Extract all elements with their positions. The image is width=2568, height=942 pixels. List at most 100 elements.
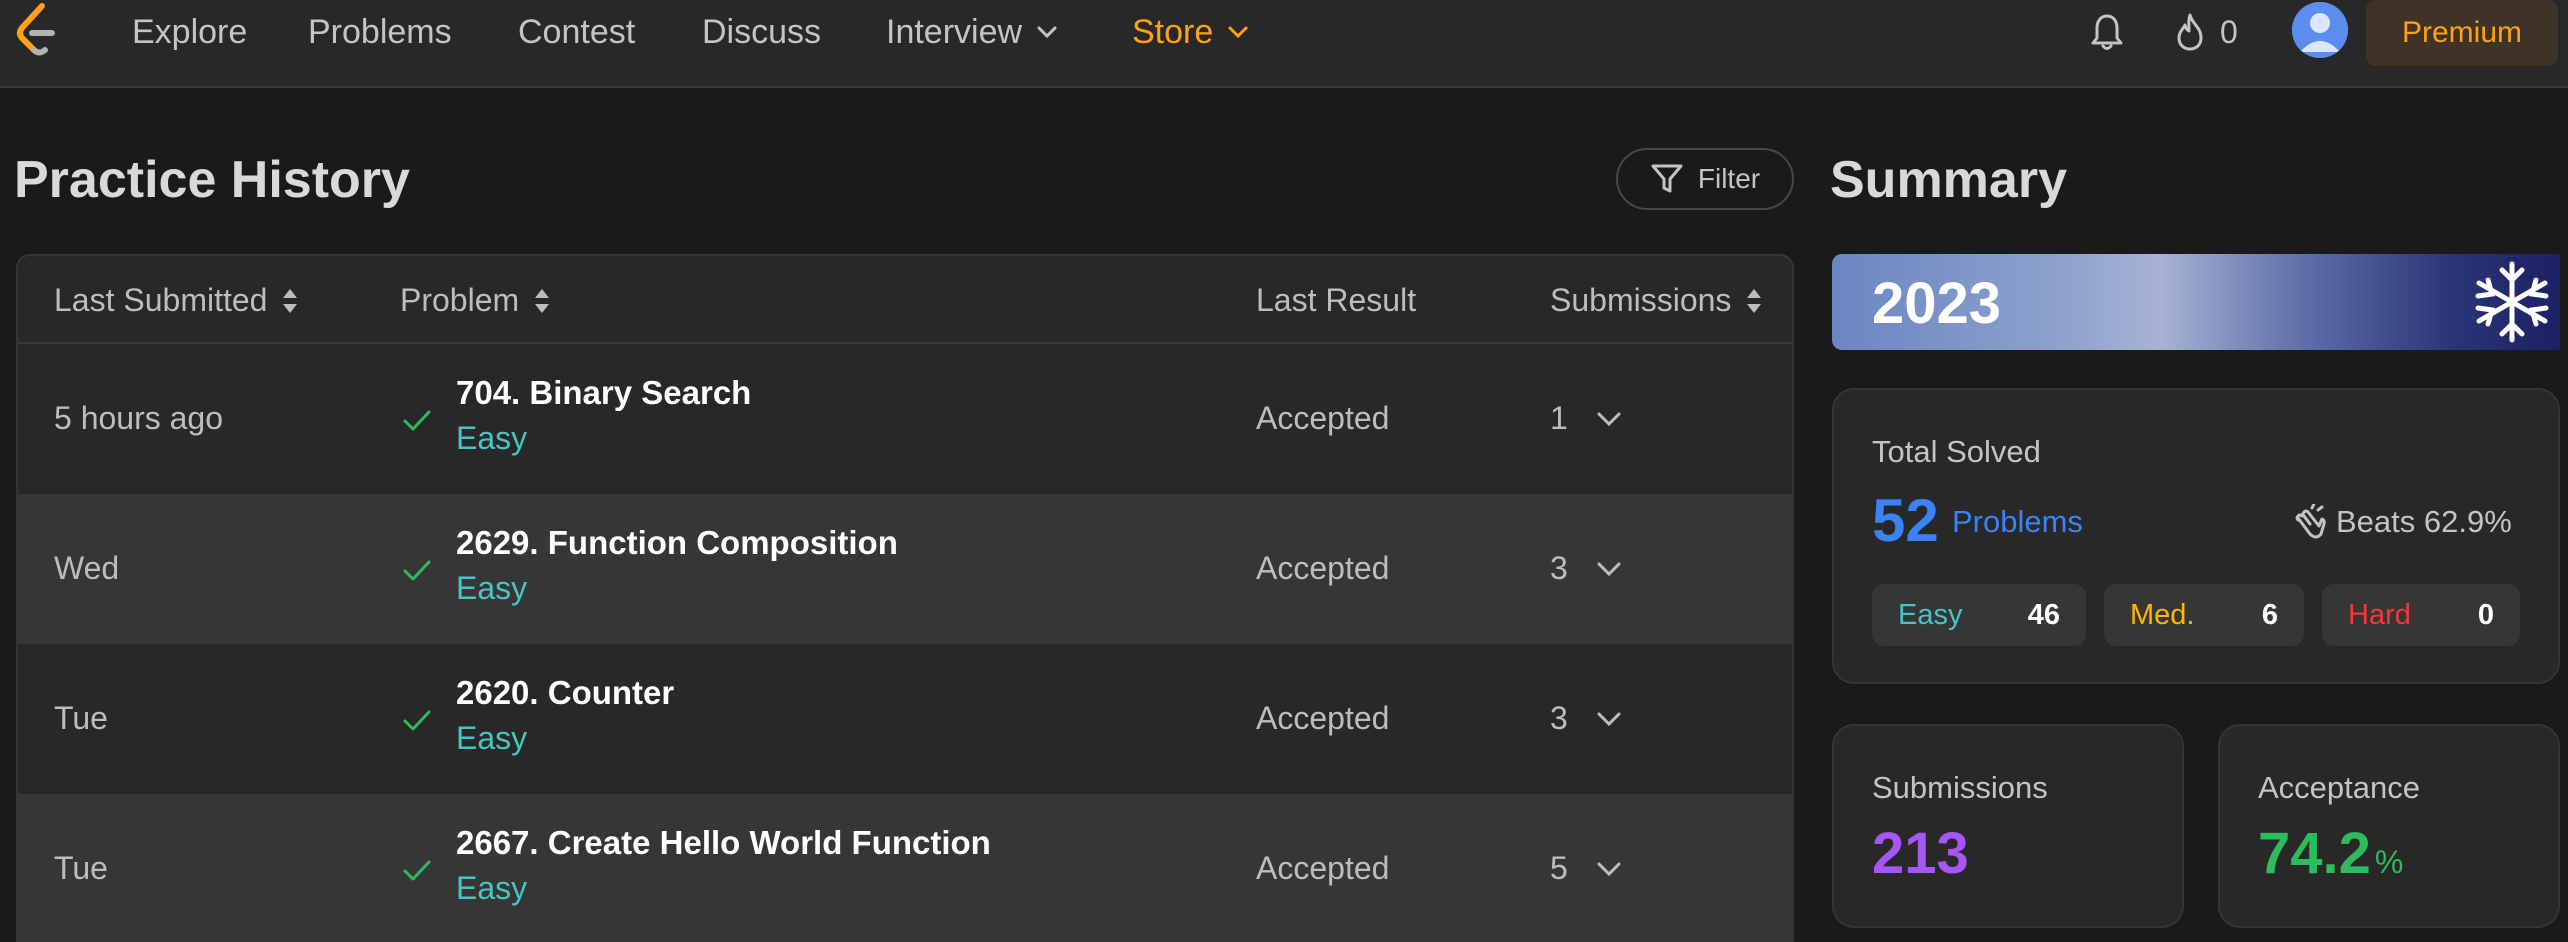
bell-icon[interactable]: [2090, 12, 2124, 52]
clapping-hands-icon: [2295, 504, 2326, 539]
acceptance-unit: %: [2374, 844, 2404, 880]
premium-button[interactable]: Premium: [2366, 0, 2558, 66]
check-icon: [403, 410, 431, 431]
table-row[interactable]: Tue 2620. Counter Easy Accepted 3: [18, 644, 1792, 794]
total-solved-count: 52: [1872, 487, 1939, 554]
sort-icon: [283, 288, 298, 313]
column-submissions[interactable]: Submissions: [1550, 282, 1763, 319]
acceptance-label: Acceptance: [2258, 770, 2420, 805]
chevron-down-icon: [1597, 712, 1621, 726]
check-icon: [403, 710, 431, 731]
submission-count: 3: [1550, 700, 1568, 736]
medium-count-pill[interactable]: Med. 6: [2104, 584, 2304, 646]
last-submitted-time: Wed: [54, 550, 120, 586]
acceptance-value: 74.2: [2258, 821, 2371, 886]
year-banner[interactable]: 2023: [1832, 254, 2560, 350]
nav-discuss-label: Discuss: [702, 12, 822, 51]
filter-icon: [1651, 164, 1683, 193]
leetcode-logo-icon[interactable]: [12, 2, 62, 58]
problems-label: Problems: [1952, 504, 2083, 539]
chevron-down-icon: [1228, 26, 1248, 39]
nav-problems[interactable]: Problems: [308, 8, 452, 56]
easy-count: 46: [2027, 598, 2060, 631]
beats-percentage: Beats 62.9%: [2336, 504, 2512, 539]
nav-discuss[interactable]: Discuss: [702, 8, 821, 56]
top-nav: Explore Problems Contest Discuss Intervi…: [0, 0, 2568, 88]
last-result[interactable]: Accepted: [1256, 850, 1389, 887]
total-solved-label: Total Solved: [1872, 434, 2041, 469]
page-title: Practice History: [14, 151, 410, 209]
last-result[interactable]: Accepted: [1256, 700, 1389, 737]
table-row[interactable]: 5 hours ago 704. Binary Search Easy Acce…: [18, 344, 1792, 494]
last-result[interactable]: Accepted: [1256, 550, 1389, 587]
submission-count: 5: [1550, 850, 1568, 886]
hard-label: Hard: [2348, 598, 2411, 631]
table-header: Last Submitted Problem Last Result Submi…: [18, 256, 1792, 344]
nav-interview-label: Interview: [886, 12, 1023, 51]
nav-problems-label: Problems: [308, 12, 452, 51]
check-icon: [403, 560, 431, 581]
acceptance-card: Acceptance 74.2 %: [2218, 724, 2560, 928]
problem-title-link[interactable]: 704. Binary Search: [456, 374, 751, 412]
banner-year: 2023: [1872, 271, 2002, 336]
column-problem[interactable]: Problem: [400, 282, 551, 319]
filter-label: Filter: [1697, 163, 1761, 194]
hard-count-pill[interactable]: Hard 0: [2322, 584, 2520, 646]
problem-title-link[interactable]: 2620. Counter: [456, 674, 674, 712]
difficulty-badge: Easy: [456, 870, 528, 906]
problem-title-link[interactable]: 2667. Create Hello World Function: [456, 824, 991, 862]
chevron-down-icon: [1597, 862, 1621, 876]
summary-title: Summary: [1830, 151, 2067, 209]
total-solved-card: Total Solved 52 Problems Beats 62.9% Eas…: [1832, 388, 2560, 684]
hard-count: 0: [2477, 598, 2494, 631]
submissions-toggle[interactable]: 3: [1550, 700, 1624, 737]
fire-streak-icon[interactable]: [2172, 12, 2208, 52]
submissions-toggle[interactable]: 3: [1550, 550, 1624, 587]
nav-contest[interactable]: Contest: [518, 8, 635, 56]
medium-label: Med.: [2130, 598, 2195, 631]
submissions-toggle[interactable]: 1: [1550, 400, 1624, 437]
last-result[interactable]: Accepted: [1256, 400, 1389, 437]
column-last-submitted[interactable]: Last Submitted: [54, 282, 299, 319]
submission-count: 1: [1550, 400, 1568, 436]
sort-icon: [1747, 288, 1762, 313]
nav-explore[interactable]: Explore: [132, 8, 247, 56]
snowflake-icon: [2475, 261, 2549, 343]
acceptance-rate: 74.2 %: [2258, 820, 2403, 887]
submissions-card: Submissions 213: [1832, 724, 2184, 928]
column-last-result-label: Last Result: [1256, 282, 1417, 318]
table-row[interactable]: Tue 2667. Create Hello World Function Ea…: [18, 794, 1792, 942]
easy-label: Easy: [1898, 598, 1963, 631]
last-submitted-time: Tue: [54, 850, 108, 886]
difficulty-badge: Easy: [456, 720, 528, 756]
column-last-submitted-label: Last Submitted: [54, 282, 268, 318]
premium-label: Premium: [2401, 16, 2522, 49]
nav-store-label: Store: [1132, 12, 1214, 51]
chevron-down-icon: [1597, 412, 1621, 426]
user-avatar-icon: [2292, 2, 2348, 58]
table-row[interactable]: Wed 2629. Function Composition Easy Acce…: [18, 494, 1792, 644]
nav-interview[interactable]: Interview: [886, 8, 1060, 56]
chevron-down-icon: [1037, 26, 1057, 39]
avatar[interactable]: [2292, 2, 2348, 58]
column-problem-label: Problem: [400, 282, 520, 318]
column-submissions-label: Submissions: [1550, 282, 1732, 318]
difficulty-badge: Easy: [456, 420, 528, 456]
last-submitted-time: Tue: [54, 700, 108, 736]
problem-title-link[interactable]: 2629. Function Composition: [456, 524, 898, 562]
nav-store[interactable]: Store: [1132, 8, 1251, 56]
filter-button[interactable]: Filter: [1616, 148, 1794, 210]
medium-count: 6: [2261, 598, 2278, 631]
submission-count: 3: [1550, 550, 1568, 586]
column-last-result: Last Result: [1256, 282, 1416, 319]
check-icon: [403, 860, 431, 881]
practice-history-table: Last Submitted Problem Last Result Submi…: [16, 254, 1794, 942]
submissions-label: Submissions: [1872, 770, 2048, 805]
difficulty-badge: Easy: [456, 570, 528, 606]
submissions-value: 213: [1872, 821, 1969, 886]
submissions-toggle[interactable]: 5: [1550, 850, 1624, 887]
easy-count-pill[interactable]: Easy 46: [1872, 584, 2086, 646]
chevron-down-icon: [1597, 562, 1621, 576]
streak-count: 0: [2220, 14, 2238, 50]
nav-explore-label: Explore: [132, 12, 248, 51]
